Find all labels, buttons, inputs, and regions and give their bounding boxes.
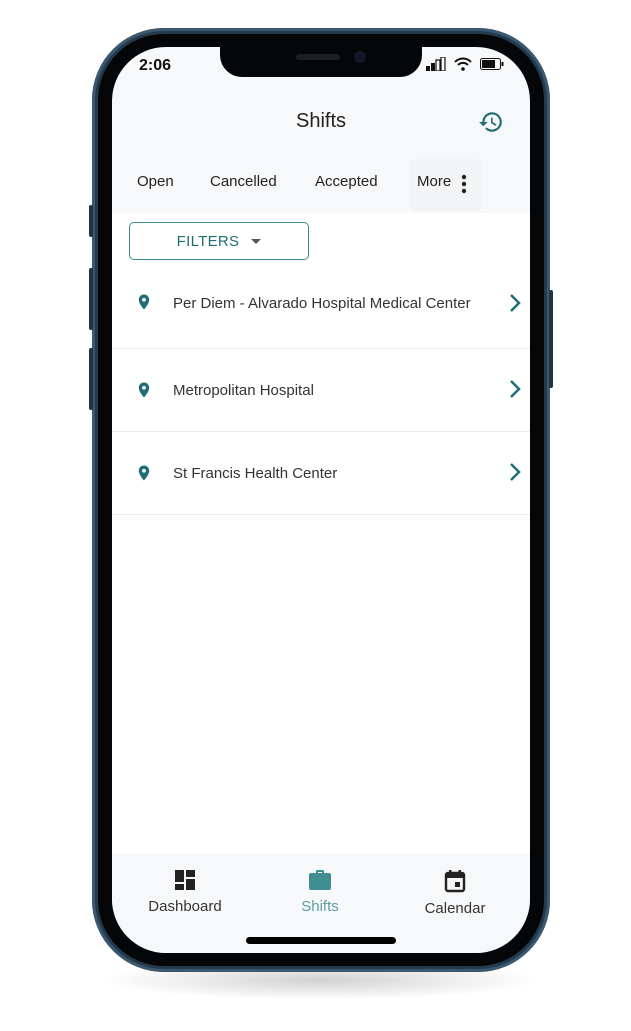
nav-shifts[interactable]: Shifts <box>282 869 358 915</box>
nav-shifts-label: Shifts <box>301 898 339 915</box>
volume-up-button <box>89 268 93 330</box>
dashboard-icon <box>175 870 195 890</box>
shift-list-panel: FILTERS Per Diem - Alvarado Hospital Med… <box>112 213 530 853</box>
location-name: Per Diem - Alvarado Hospital Medical Cen… <box>173 295 471 312</box>
nav-calendar-label: Calendar <box>424 900 486 917</box>
notch <box>220 47 422 77</box>
map-pin-icon <box>138 465 150 481</box>
tab-bar: Open Cancelled Accepted More <box>112 157 530 213</box>
more-vertical-icon <box>461 174 467 194</box>
location-name: St Francis Health Center <box>173 465 338 482</box>
battery-icon <box>480 58 504 70</box>
volume-down-button <box>89 348 93 410</box>
wifi-icon <box>454 57 472 71</box>
signal-icon <box>426 57 446 71</box>
mute-switch <box>89 205 93 237</box>
filters-label: FILTERS <box>176 232 240 250</box>
page-title: Shifts <box>295 110 347 132</box>
chevron-right-icon <box>510 294 521 312</box>
app-screen: 2:06 Shifts Open Cancelled Accepted More… <box>112 47 530 953</box>
map-pin-icon <box>138 382 150 398</box>
location-row[interactable]: Metropolitan Hospital <box>112 348 530 432</box>
location-row[interactable]: Per Diem - Alvarado Hospital Medical Cen… <box>112 265 530 349</box>
history-icon[interactable] <box>478 109 504 135</box>
home-indicator[interactable] <box>246 937 396 944</box>
tab-accepted[interactable]: Accepted <box>315 173 378 190</box>
calendar-icon <box>444 870 466 893</box>
speaker <box>296 54 340 60</box>
briefcase-icon <box>309 870 331 890</box>
status-time: 2:06 <box>139 57 172 74</box>
chevron-right-icon <box>510 463 521 481</box>
chevron-right-icon <box>510 380 521 398</box>
tab-open[interactable]: Open <box>137 173 174 190</box>
map-pin-icon <box>138 294 150 310</box>
caret-down-icon <box>251 238 262 244</box>
location-row[interactable]: St Francis Health Center <box>112 431 530 515</box>
nav-dashboard-label: Dashboard <box>148 898 222 915</box>
nav-dashboard[interactable]: Dashboard <box>142 869 228 915</box>
camera <box>354 51 366 63</box>
nav-calendar[interactable]: Calendar <box>412 869 498 917</box>
tab-more-label: More <box>417 173 452 190</box>
power-button <box>549 290 553 388</box>
tab-more[interactable]: More <box>410 159 482 211</box>
status-icons <box>426 57 504 71</box>
location-name: Metropolitan Hospital <box>173 382 314 399</box>
filters-button[interactable]: FILTERS <box>129 222 309 260</box>
tab-cancelled[interactable]: Cancelled <box>210 173 277 190</box>
